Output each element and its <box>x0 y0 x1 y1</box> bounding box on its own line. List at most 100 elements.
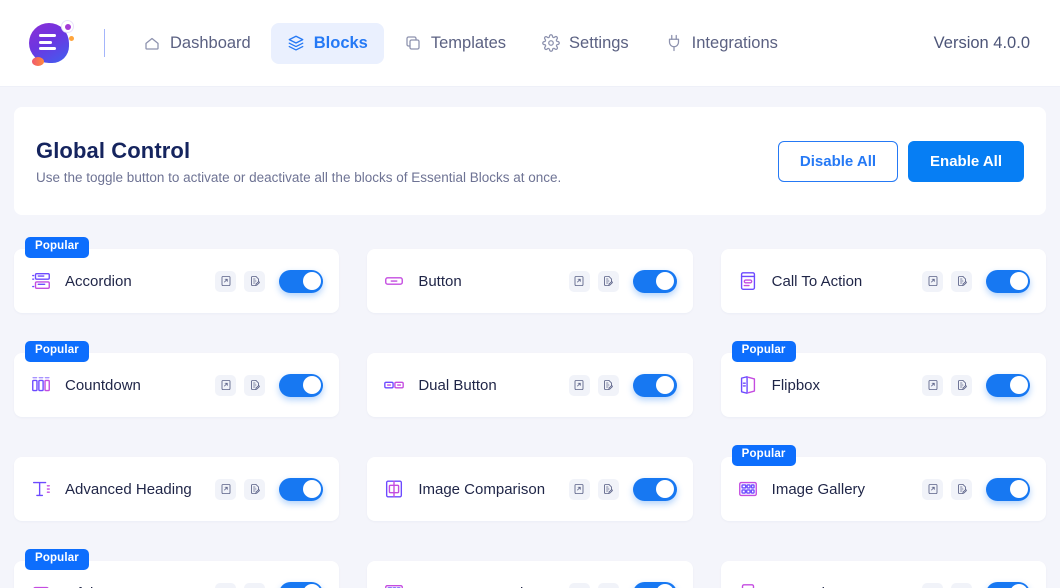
dual-button-icon <box>383 374 405 396</box>
block-card-actions <box>922 374 1030 397</box>
disable-all-button[interactable]: Disable All <box>778 141 898 182</box>
logo-lines <box>39 34 56 54</box>
countdown-icon <box>30 374 52 396</box>
block-card-actions <box>215 478 323 501</box>
toggle-knob <box>303 272 321 290</box>
document-edit-icon[interactable] <box>244 271 265 292</box>
block-card[interactable]: Accordion <box>14 249 339 313</box>
document-edit-icon[interactable] <box>951 479 972 500</box>
button-icon <box>383 270 405 292</box>
nav-item-dashboard[interactable]: Dashboard <box>127 23 267 64</box>
document-edit-icon[interactable] <box>598 479 619 500</box>
toggle-knob <box>303 584 321 588</box>
document-edit-icon[interactable] <box>598 271 619 292</box>
copy-icon <box>404 34 422 52</box>
preview-icon[interactable] <box>215 479 236 500</box>
document-edit-icon[interactable] <box>244 479 265 500</box>
block-card[interactable]: Countdown <box>14 353 339 417</box>
block-enable-toggle[interactable] <box>279 374 323 397</box>
block-card-slot: Button <box>367 237 692 313</box>
header-divider <box>104 29 105 57</box>
document-edit-icon[interactable] <box>244 583 265 588</box>
document-edit-icon[interactable] <box>951 271 972 292</box>
block-name: Image Comparison <box>418 481 545 498</box>
document-edit-icon[interactable] <box>244 375 265 396</box>
preview-icon[interactable] <box>922 583 943 588</box>
block-card-slot: PopularImage Gallery <box>721 445 1046 521</box>
document-edit-icon[interactable] <box>598 375 619 396</box>
preview-icon[interactable] <box>569 375 590 396</box>
preview-icon[interactable] <box>569 583 590 588</box>
nav-item-integrations[interactable]: Integrations <box>649 23 794 64</box>
document-edit-icon[interactable] <box>598 583 619 588</box>
top-navigation-bar: Dashboard Blocks Templates <box>0 0 1060 87</box>
toggle-knob <box>656 584 674 588</box>
block-enable-toggle[interactable] <box>279 270 323 293</box>
document-edit-icon[interactable] <box>951 583 972 588</box>
popular-badge: Popular <box>732 445 796 466</box>
popular-badge: Popular <box>25 237 89 258</box>
block-card[interactable]: Advanced Heading <box>14 457 339 521</box>
block-card[interactable]: Flipbox <box>721 353 1046 417</box>
nav-item-templates[interactable]: Templates <box>388 23 522 64</box>
instagram-feed-icon <box>383 582 405 588</box>
block-card-slot: PopularInfobox <box>14 549 339 588</box>
block-enable-toggle[interactable] <box>279 582 323 588</box>
block-card-slot: Image Comparison <box>367 445 692 521</box>
preview-icon[interactable] <box>215 271 236 292</box>
essential-blocks-logo[interactable] <box>26 19 74 67</box>
block-name: Accordion <box>65 273 132 290</box>
preview-icon[interactable] <box>215 375 236 396</box>
block-enable-toggle[interactable] <box>633 374 677 397</box>
preview-icon[interactable] <box>215 583 236 588</box>
nav-label-settings: Settings <box>569 34 629 53</box>
toggle-knob <box>1010 376 1028 394</box>
block-card[interactable]: Interactive Promo <box>721 561 1046 588</box>
block-enable-toggle[interactable] <box>633 478 677 501</box>
block-name: Instagram Feed <box>418 585 523 588</box>
enable-all-button[interactable]: Enable All <box>908 141 1024 182</box>
block-card[interactable]: Image Comparison <box>367 457 692 521</box>
nav-item-blocks[interactable]: Blocks <box>271 23 384 64</box>
toggle-knob <box>303 376 321 394</box>
preview-icon[interactable] <box>922 375 943 396</box>
toggle-knob <box>1010 584 1028 588</box>
infobox-icon <box>30 582 52 588</box>
block-card-actions <box>569 270 677 293</box>
nav-label-blocks: Blocks <box>314 34 368 53</box>
home-icon <box>143 34 161 52</box>
toggle-knob <box>1010 272 1028 290</box>
block-card[interactable]: Instagram Feed <box>367 561 692 588</box>
preview-icon[interactable] <box>569 479 590 500</box>
call-to-action-icon <box>737 270 759 292</box>
nav-label-integrations: Integrations <box>692 34 778 53</box>
logo-accent-dot <box>61 20 74 33</box>
block-card[interactable]: Image Gallery <box>721 457 1046 521</box>
block-card-actions <box>569 478 677 501</box>
block-enable-toggle[interactable] <box>986 478 1030 501</box>
block-card-actions <box>922 582 1030 588</box>
preview-icon[interactable] <box>569 271 590 292</box>
block-card-slot: PopularCountdown <box>14 341 339 417</box>
block-card-actions <box>922 270 1030 293</box>
nav-item-settings[interactable]: Settings <box>526 23 645 64</box>
preview-icon[interactable] <box>922 479 943 500</box>
block-card[interactable]: Dual Button <box>367 353 692 417</box>
block-enable-toggle[interactable] <box>279 478 323 501</box>
block-card[interactable]: Call To Action <box>721 249 1046 313</box>
toggle-knob <box>656 480 674 498</box>
block-name: Countdown <box>65 377 141 394</box>
block-enable-toggle[interactable] <box>986 582 1030 588</box>
block-card-slot: PopularFlipbox <box>721 341 1046 417</box>
block-card[interactable]: Button <box>367 249 692 313</box>
block-card-actions <box>569 582 677 588</box>
block-enable-toggle[interactable] <box>986 374 1030 397</box>
block-enable-toggle[interactable] <box>633 270 677 293</box>
document-edit-icon[interactable] <box>951 375 972 396</box>
popular-badge: Popular <box>732 341 796 362</box>
block-enable-toggle[interactable] <box>986 270 1030 293</box>
block-card-slot: Advanced Heading <box>14 445 339 521</box>
block-enable-toggle[interactable] <box>633 582 677 588</box>
block-name: Infobox <box>65 585 114 588</box>
preview-icon[interactable] <box>922 271 943 292</box>
